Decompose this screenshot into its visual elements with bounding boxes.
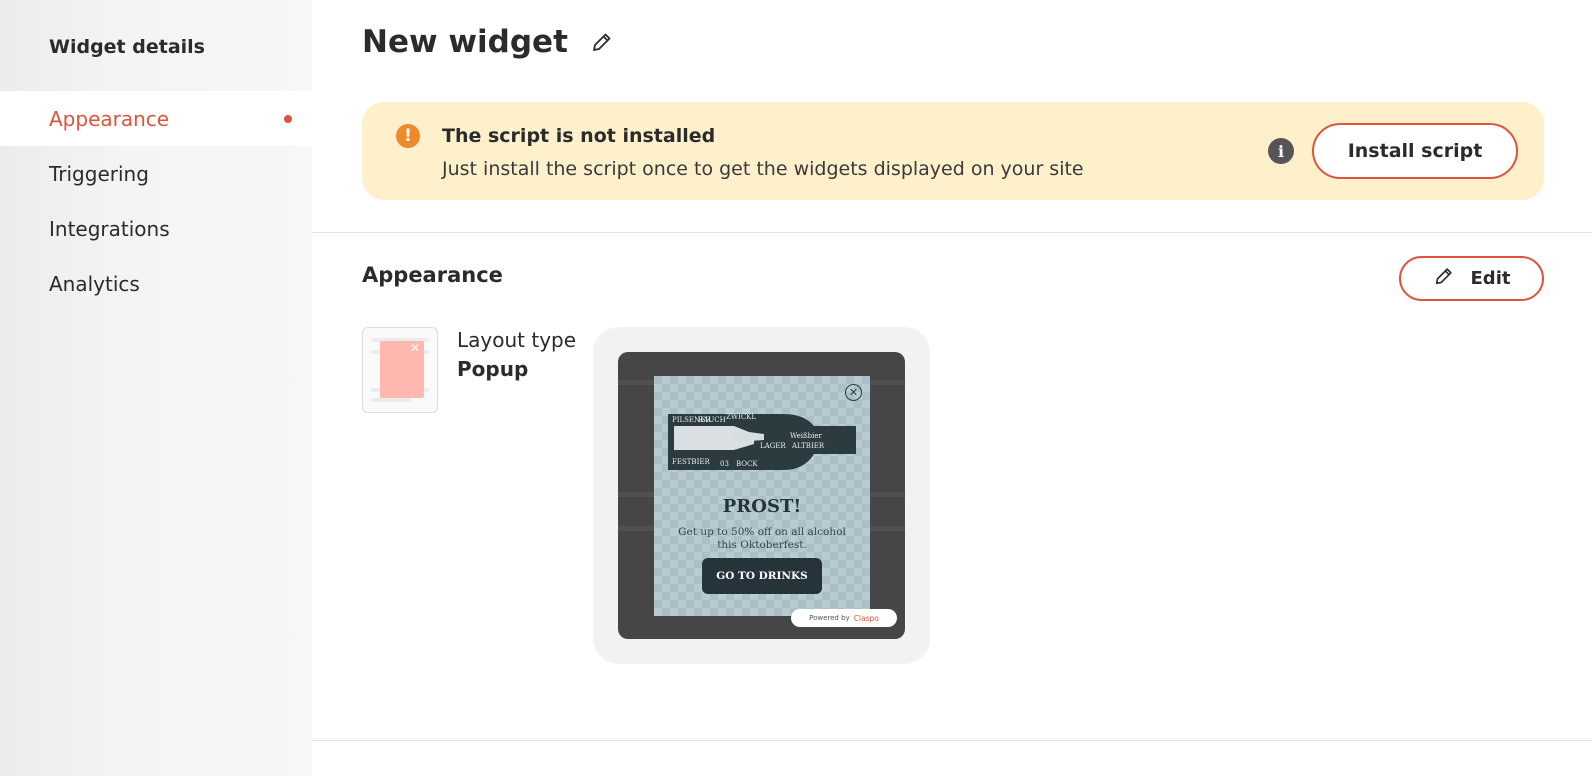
pencil-icon	[1433, 265, 1455, 292]
art-label: Weißbier	[790, 432, 823, 440]
edit-appearance-button[interactable]: Edit	[1399, 256, 1544, 301]
sidebar: Widget details Appearance Triggering Int…	[0, 0, 312, 776]
close-icon[interactable]: ✕	[845, 384, 862, 401]
edit-button-label: Edit	[1470, 268, 1511, 289]
sidebar-item-label: Triggering	[49, 161, 149, 186]
sidebar-item-analytics[interactable]: Analytics	[0, 256, 312, 311]
beer-bottle-illustration: PILSENER RAUCH ZWICKL LAGER Weißbier ALT…	[668, 413, 856, 470]
art-label: 03	[720, 460, 729, 468]
main-content: New widget ! The script is not installed…	[312, 0, 1592, 776]
art-label: FESTBIER	[672, 458, 710, 466]
warning-icon: !	[396, 124, 420, 148]
popup-layout-thumbnail: ✕	[362, 327, 438, 413]
sidebar-nav: Appearance Triggering Integrations Analy…	[0, 91, 312, 311]
script-warning-banner: ! The script is not installed Just insta…	[362, 102, 1544, 200]
title-row: New widget	[362, 24, 614, 60]
art-label: ZWICKL	[726, 413, 756, 421]
info-icon[interactable]: i	[1268, 138, 1294, 164]
sidebar-item-integrations[interactable]: Integrations	[0, 201, 312, 256]
art-label: RAUCH	[698, 416, 726, 424]
close-icon: ✕	[409, 341, 420, 355]
widget-preview-card: ✕ PILSENER RAUCH ZWICKL LAGER Weißbier A…	[593, 327, 930, 664]
popup-preview: ✕ PILSENER RAUCH ZWICKL LAGER Weißbier A…	[654, 376, 870, 616]
thumbnail-popup: ✕	[380, 341, 424, 398]
thumbnail-line	[371, 398, 411, 402]
sidebar-item-appearance[interactable]: Appearance	[0, 91, 312, 146]
art-label: ALTBIER	[791, 442, 825, 450]
section-title-appearance: Appearance	[362, 263, 503, 287]
install-script-button[interactable]: Install script	[1312, 123, 1518, 179]
sidebar-item-label: Integrations	[49, 216, 170, 241]
layout-type-label: Layout type	[457, 328, 577, 352]
pencil-icon[interactable]	[590, 30, 614, 54]
layout-type-value: Popup	[457, 357, 529, 381]
banner-text: Just install the script once to get the …	[442, 158, 1084, 180]
popup-cta-button[interactable]: GO TO DRINKS	[702, 558, 822, 594]
preview-screen: ✕ PILSENER RAUCH ZWICKL LAGER Weißbier A…	[618, 352, 905, 639]
popup-body-text: Get up to 50% off on all alcohol this Ok…	[678, 526, 846, 551]
art-label: LAGER	[760, 442, 786, 450]
banner-title: The script is not installed	[442, 125, 716, 147]
divider	[312, 232, 1592, 233]
sidebar-title: Widget details	[49, 36, 205, 58]
active-indicator-dot	[284, 115, 292, 123]
claspo-logo: Claspo	[853, 613, 879, 623]
sidebar-item-label: Analytics	[49, 271, 140, 296]
popup-heading: PROST!	[722, 496, 802, 517]
powered-by-text: Powered by	[809, 614, 850, 622]
art-label: BOCK	[736, 460, 758, 468]
sidebar-item-triggering[interactable]: Triggering	[0, 146, 312, 201]
page-title: New widget	[362, 24, 568, 60]
powered-by-badge: Powered by Claspo	[791, 609, 897, 627]
sidebar-item-label: Appearance	[49, 106, 170, 131]
divider	[312, 740, 1592, 741]
